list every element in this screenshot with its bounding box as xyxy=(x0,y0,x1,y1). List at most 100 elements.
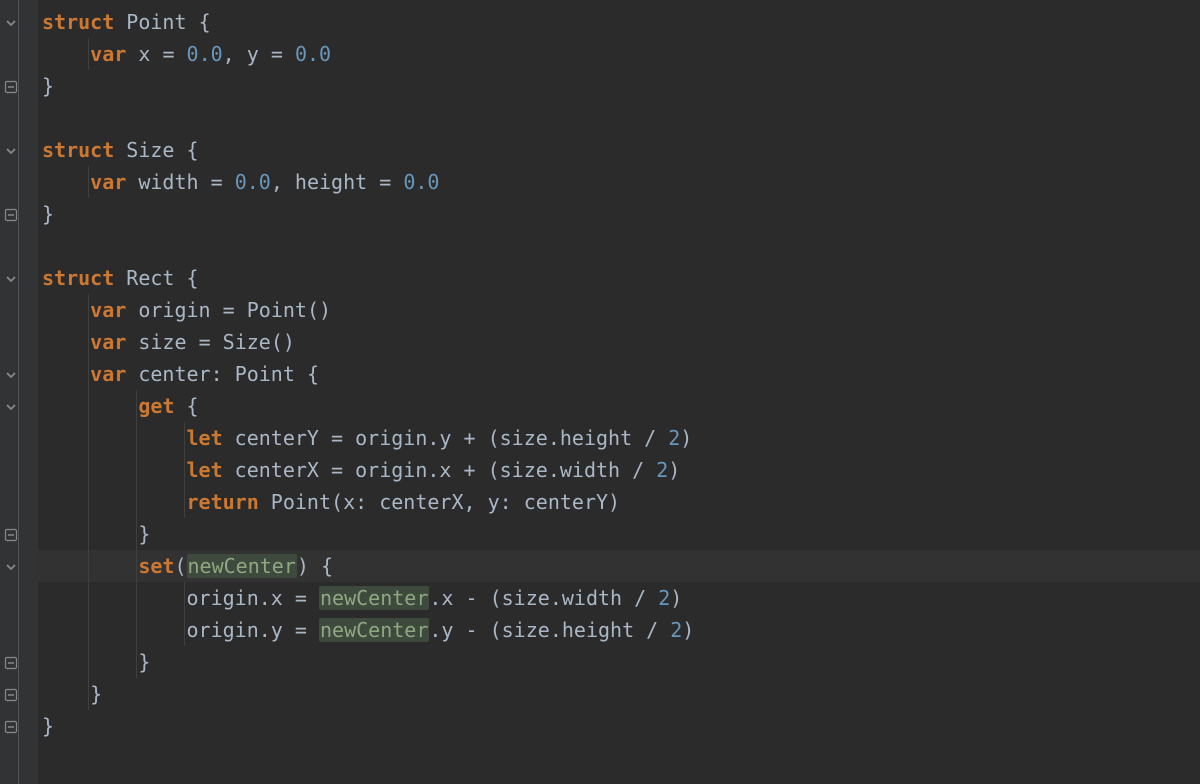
gutter-line xyxy=(0,486,38,518)
fold-open-icon[interactable] xyxy=(4,368,16,380)
code-line[interactable]: } xyxy=(38,518,1200,550)
token-op: = xyxy=(211,170,223,194)
gutter-line xyxy=(0,614,38,646)
code-area[interactable]: struct Point { var x = 0.0, y = 0.0} stru… xyxy=(38,0,1200,784)
fold-gutter xyxy=(0,0,38,784)
code-line[interactable]: get { xyxy=(38,390,1200,422)
gutter-line xyxy=(0,134,38,166)
token-id: centerY xyxy=(235,426,319,450)
code-line[interactable]: set(newCenter) { xyxy=(38,550,1200,582)
token-kw: return xyxy=(187,490,259,514)
code-line[interactable]: } xyxy=(38,710,1200,742)
gutter-line xyxy=(0,6,38,38)
fold-close-icon[interactable] xyxy=(4,656,16,668)
token-punc: ( xyxy=(331,490,343,514)
code-line[interactable] xyxy=(38,230,1200,262)
token-op: = xyxy=(379,170,391,194)
indent-guide xyxy=(136,550,137,582)
token-punc: , xyxy=(464,490,476,514)
code-line[interactable]: } xyxy=(38,678,1200,710)
gutter-line xyxy=(0,646,38,678)
code-line[interactable]: let centerY = origin.y + (size.height / … xyxy=(38,422,1200,454)
token-punc: ) xyxy=(668,458,680,482)
code-line[interactable]: var x = 0.0, y = 0.0 xyxy=(38,38,1200,70)
gutter-line xyxy=(0,358,38,390)
token-punc: { xyxy=(321,554,333,578)
fold-open-icon[interactable] xyxy=(4,272,16,284)
token-id: x xyxy=(441,586,453,610)
token-punc: . xyxy=(429,618,441,642)
code-line[interactable]: } xyxy=(38,646,1200,678)
parameter-highlight: newCenter xyxy=(319,618,429,642)
code-line[interactable]: var width = 0.0, height = 0.0 xyxy=(38,166,1200,198)
token-punc: } xyxy=(138,650,150,674)
fold-open-icon[interactable] xyxy=(4,400,16,412)
token-kw: var xyxy=(90,298,126,322)
token-id: y xyxy=(247,42,259,66)
token-num: 2 xyxy=(658,586,670,610)
token-id: origin xyxy=(187,618,259,642)
token-id: width xyxy=(560,458,620,482)
indent-guide xyxy=(88,294,89,326)
token-op: / xyxy=(632,458,644,482)
code-line[interactable]: let centerX = origin.x + (size.width / 2… xyxy=(38,454,1200,486)
indent-guide xyxy=(88,614,89,646)
code-line[interactable]: return Point(x: centerX, y: centerY) xyxy=(38,486,1200,518)
token-punc: ) xyxy=(670,586,682,610)
indent-guide xyxy=(184,582,185,614)
gutter-line xyxy=(0,710,38,742)
token-id: y xyxy=(441,618,453,642)
code-line[interactable]: } xyxy=(38,70,1200,102)
token-punc: ( xyxy=(490,586,502,610)
fold-open-icon[interactable] xyxy=(4,560,16,572)
token-kw: struct xyxy=(42,266,114,290)
code-line[interactable] xyxy=(38,102,1200,134)
token-id: width xyxy=(562,586,622,610)
token-punc: , xyxy=(223,42,235,66)
code-line[interactable]: var size = Size() xyxy=(38,326,1200,358)
token-punc: } xyxy=(42,74,54,98)
fold-close-icon[interactable] xyxy=(4,528,16,540)
indent-guide xyxy=(88,550,89,582)
token-punc: { xyxy=(187,394,199,418)
gutter-line xyxy=(0,422,38,454)
fold-close-icon[interactable] xyxy=(4,720,16,732)
token-op: = xyxy=(295,618,307,642)
token-type: Point xyxy=(271,490,331,514)
fold-close-icon[interactable] xyxy=(4,80,16,92)
token-id: origin xyxy=(187,586,259,610)
fold-close-icon[interactable] xyxy=(4,208,16,220)
code-line[interactable]: } xyxy=(38,198,1200,230)
token-id: x xyxy=(138,42,150,66)
code-line[interactable]: var center: Point { xyxy=(38,358,1200,390)
token-op: / xyxy=(644,426,656,450)
code-editor[interactable]: struct Point { var x = 0.0, y = 0.0} stru… xyxy=(0,0,1200,784)
token-num: 2 xyxy=(668,426,680,450)
indent-guide xyxy=(88,582,89,614)
token-kw: var xyxy=(90,362,126,386)
code-line[interactable]: origin.x = newCenter.x - (size.width / 2… xyxy=(38,582,1200,614)
token-op: = xyxy=(199,330,211,354)
token-punc: ) xyxy=(680,426,692,450)
indent-guide xyxy=(88,326,89,358)
token-kw: var xyxy=(90,170,126,194)
code-line[interactable]: struct Point { xyxy=(38,6,1200,38)
fold-open-icon[interactable] xyxy=(4,144,16,156)
gutter-line xyxy=(0,390,38,422)
code-line[interactable]: struct Size { xyxy=(38,134,1200,166)
token-punc: } xyxy=(42,202,54,226)
fold-open-icon[interactable] xyxy=(4,16,16,28)
code-line[interactable]: var origin = Point() xyxy=(38,294,1200,326)
fold-close-icon[interactable] xyxy=(4,688,16,700)
token-id: y xyxy=(488,490,500,514)
code-line[interactable]: origin.y = newCenter.y - (size.height / … xyxy=(38,614,1200,646)
token-id: x xyxy=(439,458,451,482)
code-line[interactable]: struct Rect { xyxy=(38,262,1200,294)
token-punc: ( xyxy=(488,458,500,482)
indent-guide xyxy=(136,486,137,518)
token-op: = xyxy=(223,298,235,322)
indent-guide xyxy=(88,518,89,550)
token-op: / xyxy=(646,618,658,642)
gutter-line xyxy=(0,326,38,358)
token-punc: . xyxy=(429,586,441,610)
